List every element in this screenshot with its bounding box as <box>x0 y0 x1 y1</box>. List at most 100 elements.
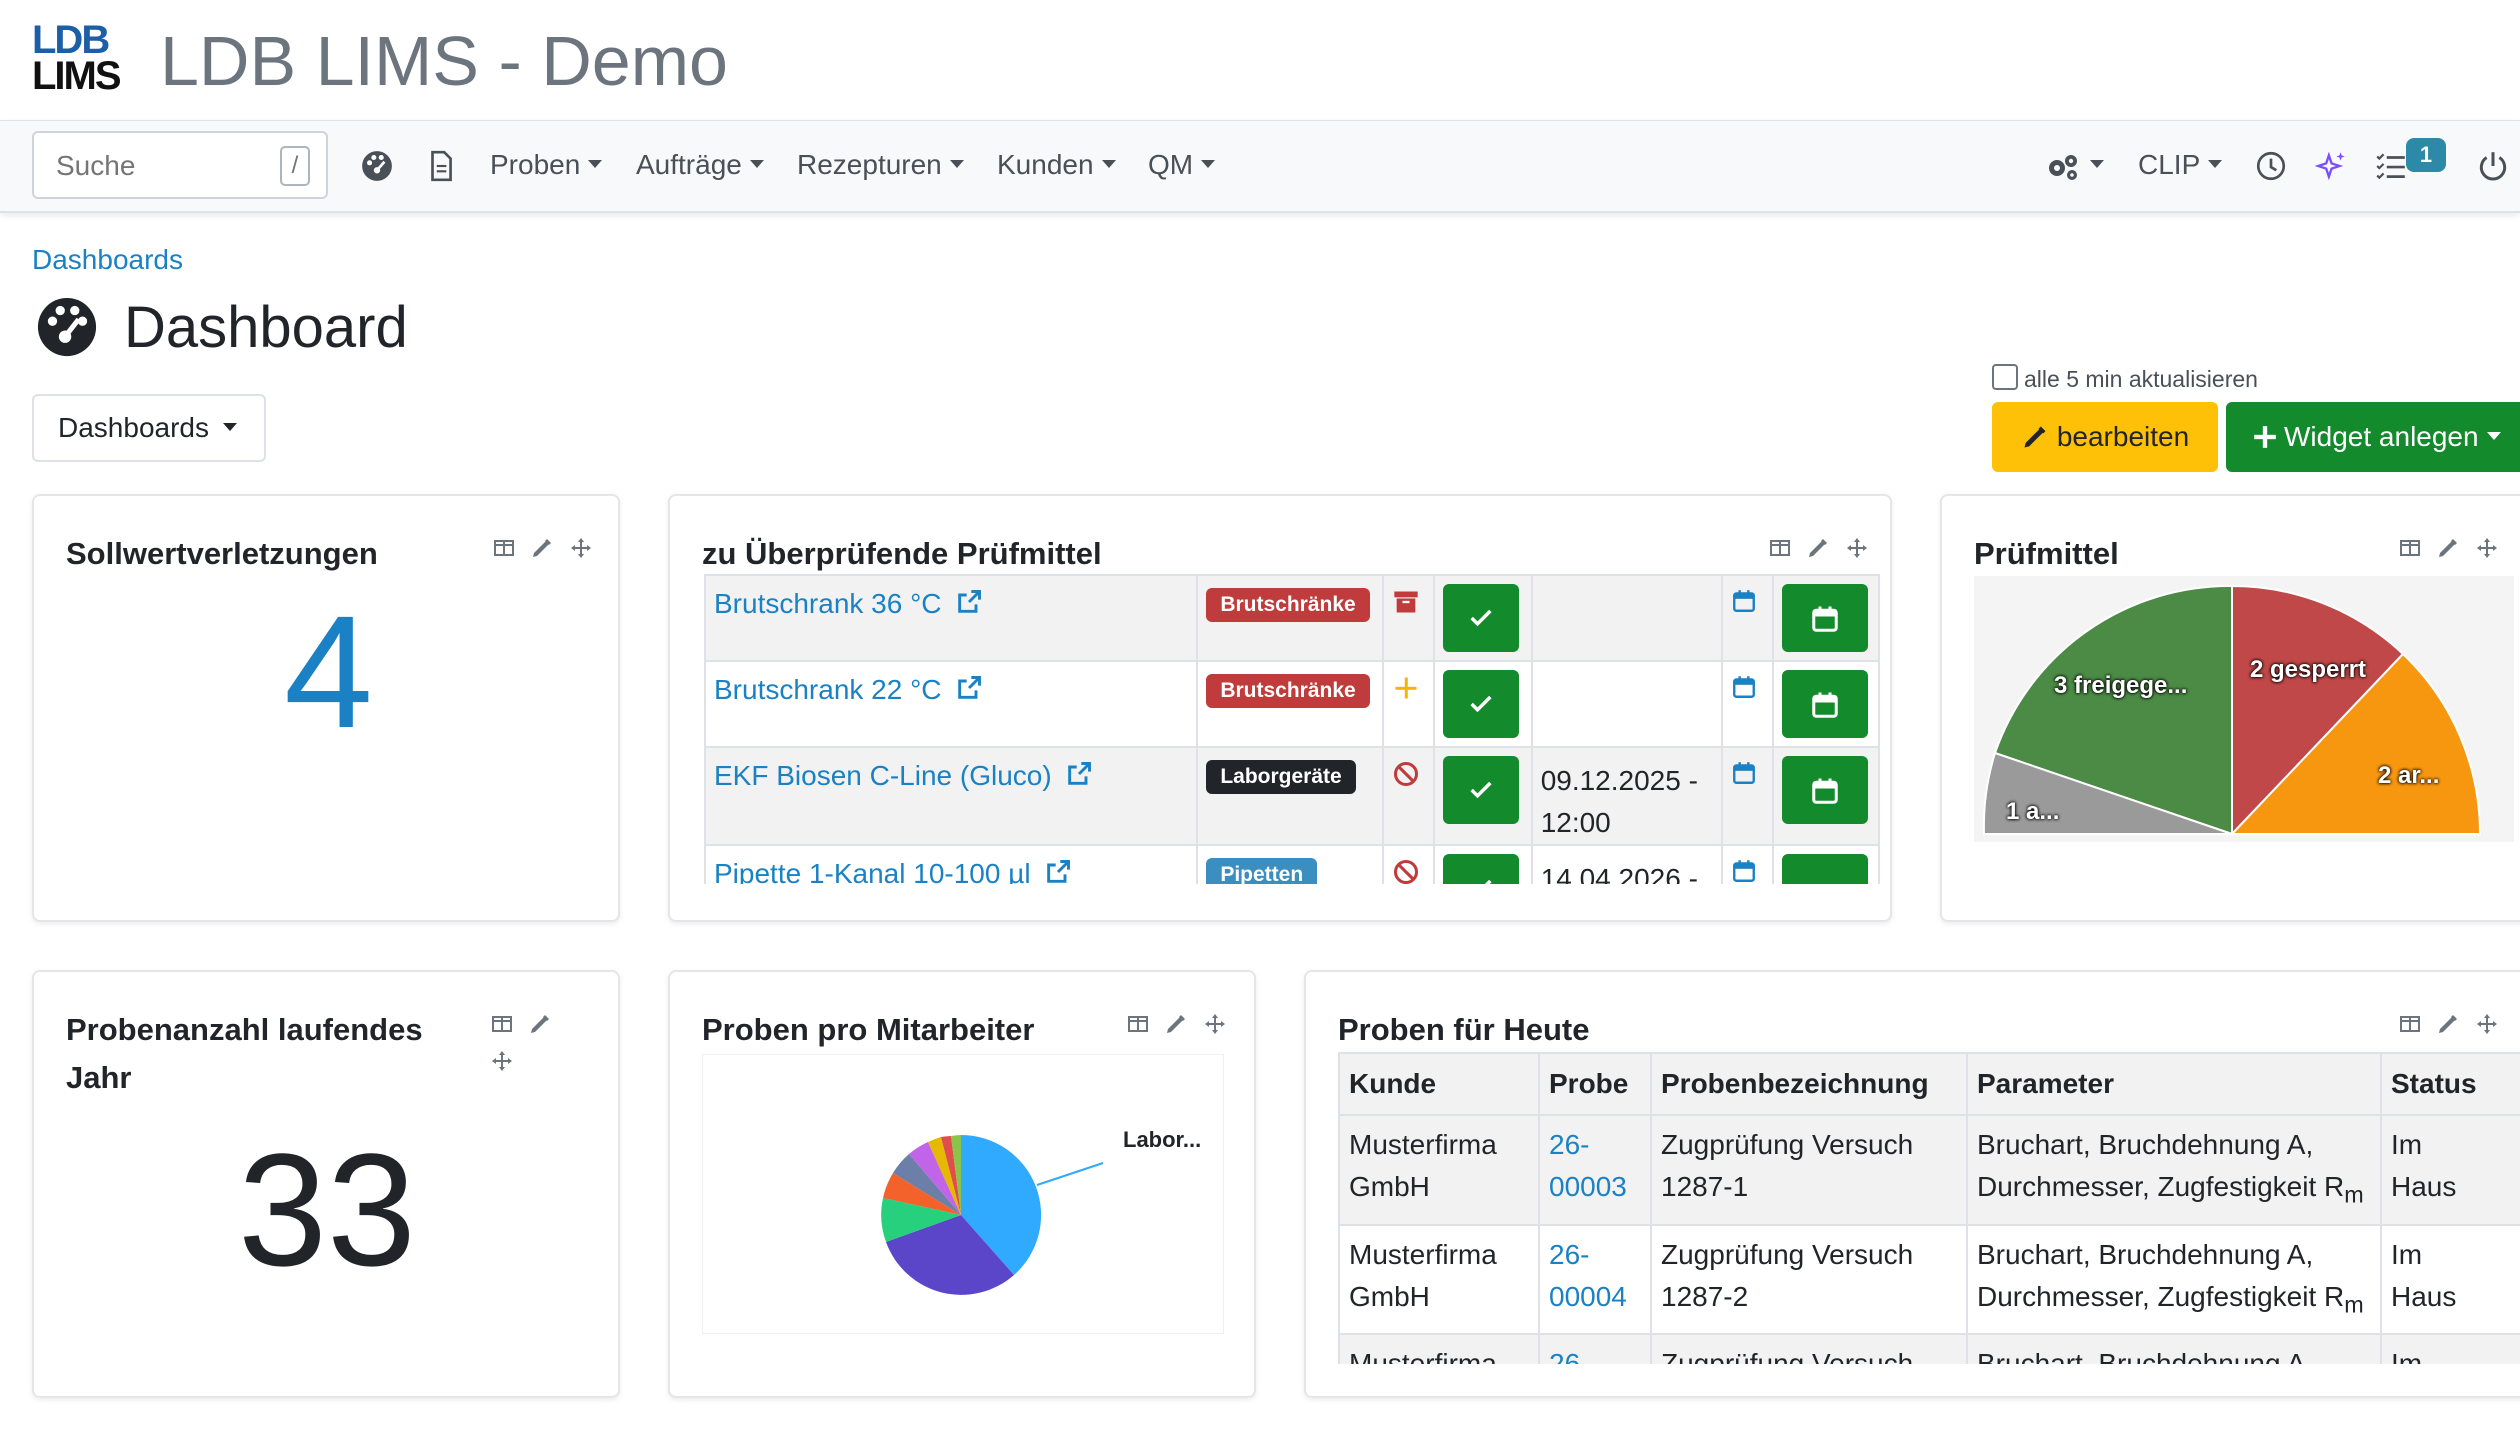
search-box[interactable]: / <box>32 131 328 199</box>
dashboard-gauge-icon[interactable] <box>360 149 394 183</box>
column-header-parameter[interactable]: Parameter <box>1966 1052 2382 1116</box>
settings-menu[interactable] <box>2046 143 2104 187</box>
table-cell: Brutschrank 36 °C <box>703 574 1199 662</box>
pencil-icon[interactable] <box>1164 1012 1188 1036</box>
table-cell <box>1720 574 1774 662</box>
page-title: Dashboard <box>124 295 408 360</box>
calendar-icon[interactable] <box>1731 588 1757 614</box>
ban-icon <box>1393 859 1418 884</box>
move-icon[interactable] <box>1845 536 1869 560</box>
cell-parameter: Bruchart, Bruchdehnung A, Durchmesser, Zu… <box>1966 1223 2382 1336</box>
pruefmittel-link[interactable]: EKF Biosen C-Line (Gluco) <box>714 748 1093 792</box>
auto-refresh-label: alle 5 min aktualisieren <box>2024 366 2258 392</box>
breadcrumb-dashboards[interactable]: Dashboards <box>32 244 183 276</box>
calendar-icon[interactable] <box>1731 760 1757 786</box>
check-icon <box>1470 781 1492 799</box>
nav-qm[interactable]: QM <box>1148 143 1216 187</box>
schedule-button[interactable] <box>1781 854 1868 884</box>
next-check-date: 14.04.2026 - <box>1540 863 1698 884</box>
cell-probenbezeichnung: Zugprüfung Versuch 1287-2 <box>1650 1223 1968 1336</box>
sparkles-ai-icon[interactable] <box>2314 149 2348 183</box>
pencil-icon[interactable] <box>528 1012 552 1036</box>
move-icon[interactable] <box>1203 1012 1227 1036</box>
auto-refresh-toggle[interactable]: alle 5 min aktualisieren <box>1992 364 2258 393</box>
column-header-kunde[interactable]: Kunde <box>1338 1052 1540 1116</box>
pruefmittel-table-viewport[interactable]: Brutschrank 36 °C Brutschränke Brutschra… <box>670 574 1890 884</box>
table-cell: EKF Biosen C-Line (Gluco) <box>703 746 1199 846</box>
schedule-button[interactable] <box>1781 670 1868 738</box>
table-cell: Pipetten <box>1196 844 1384 884</box>
mitarbeiter-chart-area: Labor... <box>702 1054 1224 1334</box>
column-header-status[interactable]: Status <box>2380 1052 2520 1116</box>
confirm-check-button[interactable] <box>1442 756 1519 824</box>
chevron-down-icon <box>2090 159 2104 168</box>
clip-menu[interactable]: CLIP <box>2138 143 2223 187</box>
cell-probe: 26- 00004 <box>1538 1223 1652 1336</box>
pruefmittel-link[interactable]: Brutschrank 36 °C <box>714 576 983 620</box>
external-link-icon <box>958 590 982 613</box>
table-cell <box>1381 660 1435 748</box>
table-row: Musterfirma 26- Zugprüfung Versuch Bruch… <box>1338 1333 2520 1364</box>
probe-link[interactable]: 26- <box>1549 1348 1589 1364</box>
widget-title: Proben pro Mitarbeiter <box>702 1012 1035 1047</box>
power-logout-icon[interactable] <box>2476 149 2510 183</box>
cell-kunde: Musterfirma GmbH <box>1338 1114 1540 1226</box>
nav-auftraege[interactable]: Aufträge <box>636 143 764 187</box>
pencil-icon <box>2024 426 2046 448</box>
move-icon[interactable] <box>490 1049 514 1073</box>
document-icon[interactable] <box>424 149 458 183</box>
widget-tools <box>482 536 593 564</box>
schedule-button[interactable] <box>1781 584 1868 652</box>
task-list-icon[interactable] <box>2374 149 2408 183</box>
clock-icon[interactable] <box>2254 149 2288 183</box>
nav-proben[interactable]: Proben <box>490 143 603 187</box>
auto-refresh-checkbox[interactable] <box>1992 364 2018 390</box>
widget-pruefmittel-chart: Prüfmittel 3 freigege... 2 gesperrt 2 ar… <box>1940 494 2520 922</box>
pruefmittel-link[interactable]: Brutschrank 22 °C <box>714 662 983 706</box>
table-row: Brutschrank 22 °C Brutschränke <box>703 660 1881 748</box>
nav-kunden[interactable]: Kunden <box>997 143 1116 187</box>
cell-parameter: Bruchart, Bruchdehnung A, <box>1966 1333 2382 1364</box>
edit-dashboard-button[interactable]: bearbeiten <box>1992 402 2218 472</box>
confirm-check-button[interactable] <box>1442 854 1519 884</box>
move-icon[interactable] <box>2475 536 2499 560</box>
cell-status: Im Haus <box>2380 1114 2520 1226</box>
dashboards-dropdown[interactable]: Dashboards <box>32 394 266 462</box>
dashboards-dropdown-label: Dashboards <box>58 412 209 443</box>
columns-icon[interactable] <box>492 536 516 560</box>
pencil-icon[interactable] <box>1806 536 1830 560</box>
proben-heute-viewport[interactable]: Kunde Probe Probenbezeichnung Parameter … <box>1306 972 2520 1364</box>
column-header-probe[interactable]: Probe <box>1538 1052 1652 1116</box>
widget-proben-mitarbeiter: Proben pro Mitarbeiter Labor... <box>668 970 1256 1398</box>
pencil-icon[interactable] <box>2436 536 2460 560</box>
probe-link[interactable]: 26- 00004 <box>1549 1239 1627 1312</box>
schedule-button[interactable] <box>1781 756 1868 824</box>
columns-icon[interactable] <box>1768 536 1792 560</box>
move-icon[interactable] <box>569 536 593 560</box>
search-input[interactable] <box>54 147 278 185</box>
column-header-probenbezeichnung[interactable]: Probenbezeichnung <box>1650 1052 1968 1116</box>
probe-link[interactable]: 26- 00003 <box>1549 1129 1627 1202</box>
ban-icon <box>1393 761 1418 787</box>
columns-icon[interactable] <box>1126 1012 1150 1036</box>
columns-icon[interactable] <box>490 1012 514 1036</box>
chevron-down-icon <box>2208 159 2223 168</box>
clip-label: CLIP <box>2138 149 2201 180</box>
pruefmittel-link[interactable]: Pipette 1-Kanal 10-100 µl <box>714 846 1072 884</box>
confirm-check-button[interactable] <box>1442 584 1519 652</box>
mitarbeiter-pie-chart[interactable] <box>703 1055 1223 1333</box>
columns-icon[interactable] <box>2398 536 2422 560</box>
calendar-icon[interactable] <box>1731 674 1757 700</box>
next-check-date: 09.12.2025 -12:00 <box>1540 765 1698 838</box>
pie-label-labor: Labor... <box>1123 1127 1202 1152</box>
calendar-icon[interactable] <box>1731 858 1757 884</box>
widget-title: Probenanzahl laufendes Jahr <box>66 1012 423 1095</box>
pencil-icon[interactable] <box>530 536 554 560</box>
pie-label-a: 1 a... <box>2006 798 2060 825</box>
add-widget-button[interactable]: Widget anlegen <box>2226 402 2520 472</box>
category-badge: Brutschränke <box>1206 674 1370 708</box>
confirm-check-button[interactable] <box>1442 670 1519 738</box>
nav-rezepturen[interactable]: Rezepturen <box>797 143 964 187</box>
widget-sollwertverletzungen: Sollwertverletzungen 4 <box>32 494 620 922</box>
app-logo[interactable]: LDB LIMS <box>32 20 128 98</box>
